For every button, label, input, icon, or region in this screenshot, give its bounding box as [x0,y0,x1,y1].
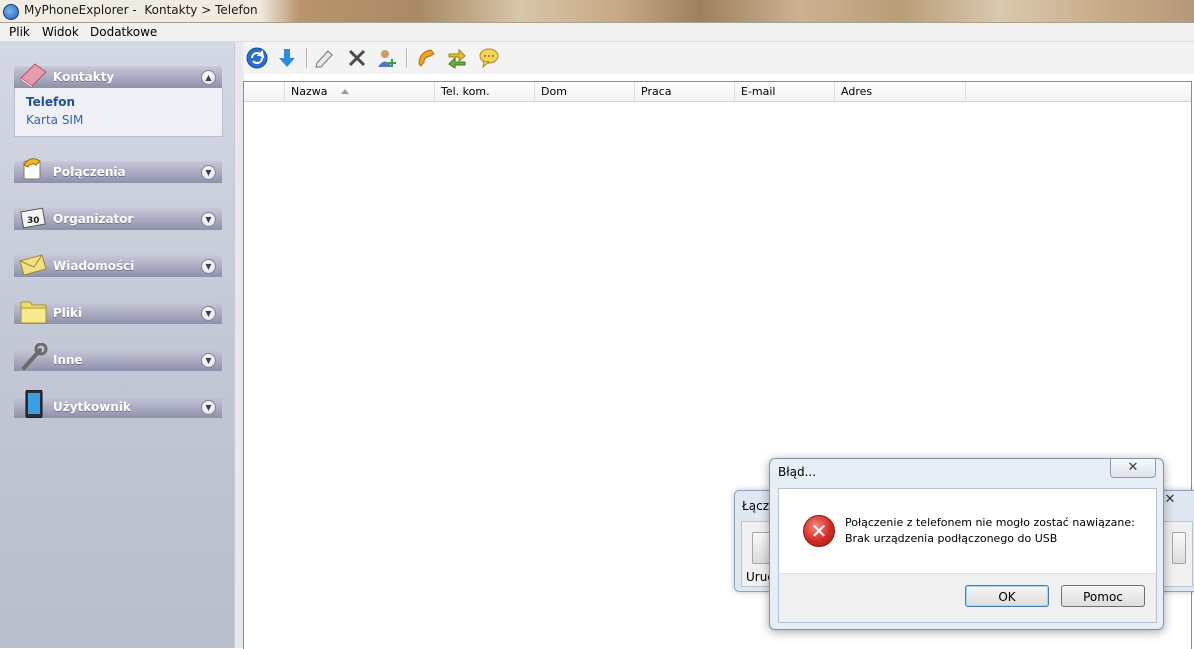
expand-icon[interactable]: ▼ [201,259,216,274]
download-icon[interactable] [276,47,298,69]
toolbar [243,42,1194,74]
menu-plik[interactable]: Plik [9,25,30,39]
close-button[interactable]: ✕ [1110,459,1156,478]
sidebar-section-label: Pliki [53,306,83,320]
error-dialog-title: Błąd... [778,465,817,479]
column-tel-kom[interactable]: Tel. kom. [435,82,535,101]
column-selector[interactable] [244,82,285,101]
error-dialog-footer: OK Pomoc [778,573,1157,623]
error-dialog: Błąd... ✕ ✕ Połączenie z telefonem nie m… [769,458,1164,630]
envelope-icon [19,254,47,276]
menu-dodatkowe[interactable]: Dodatkowe [90,25,157,39]
collapse-icon[interactable]: ▲ [201,70,216,85]
expand-icon[interactable]: ▼ [201,353,216,368]
connecting-dialog-button[interactable] [1172,532,1186,564]
expand-icon[interactable]: ▼ [201,400,216,415]
message-icon[interactable] [478,47,500,69]
sidebar-section-kontakty[interactable]: Kontakty ▲ [14,63,222,88]
column-email[interactable]: E-mail [735,82,835,101]
grid-header: Nazwa Tel. kom. Dom Praca E-mail Adres [244,82,1191,102]
toolbar-separator [306,48,308,68]
menu-widok[interactable]: Widok [42,25,79,39]
window-title: MyPhoneExplorer - Kontakty > Telefon [24,3,258,17]
sidebar-item-karta-sim[interactable]: Karta SIM [26,113,83,127]
sidebar-section-uzytkownik[interactable]: Użytkownik ▼ [14,390,222,418]
column-nazwa[interactable]: Nazwa [285,82,435,101]
error-message-line1: Połączenie z telefonem nie mogło zostać … [845,516,1135,529]
column-dom[interactable]: Dom [535,82,635,101]
call-icon[interactable] [416,47,438,69]
calendar-icon: 30 [20,207,46,229]
sidebar-kontakty-items: Telefon Karta SIM [14,88,223,137]
svg-text:30: 30 [27,216,40,226]
phone-icon [23,158,41,180]
menu-bar: Plik Widok Dodatkowe [0,23,1194,42]
sidebar-section-label: Połączenia [53,165,126,179]
column-praca[interactable]: Praca [635,82,735,101]
sidebar-section-label: Inne [53,353,83,367]
expand-icon[interactable]: ▼ [201,212,216,227]
sidebar-section-inne[interactable]: Inne ▼ [14,343,222,371]
expand-icon[interactable]: ▼ [201,165,216,180]
book-icon [20,63,47,88]
column-adres[interactable]: Adres [835,82,966,101]
error-dialog-body: ✕ Połączenie z telefonem nie mogło zosta… [778,488,1157,574]
ok-button[interactable]: OK [965,585,1049,607]
delete-icon[interactable] [346,47,368,69]
sidebar-section-wiadomosci[interactable]: Wiadomości ▼ [14,254,222,277]
device-icon [25,390,43,418]
title-bar: MyPhoneExplorer - Kontakty > Telefon [0,0,1194,23]
sidebar-section-label: Wiadomości [53,259,135,273]
sync-icon[interactable] [446,47,468,69]
error-message-line2: Brak urządzenia podłączonego do USB [845,532,1058,545]
toolbar-separator [406,48,408,68]
edit-icon[interactable] [313,47,335,69]
error-icon: ✕ [803,515,835,547]
add-contact-icon[interactable] [376,47,398,69]
app-icon [3,4,19,20]
sidebar-section-organizator[interactable]: 30 Organizator ▼ [14,207,222,230]
sidebar-item-telefon[interactable]: Telefon [26,95,75,109]
sidebar-section-pliki[interactable]: Pliki ▼ [14,301,222,324]
help-button[interactable]: Pomoc [1061,585,1145,607]
wrench-icon [22,343,48,370]
sidebar-section-label: Użytkownik [53,400,131,414]
sidebar-section-label: Organizator [53,212,134,226]
folder-icon [20,301,47,324]
sidebar-section-label: Kontakty [53,70,115,84]
sort-ascending-icon [341,89,349,94]
refresh-icon[interactable] [246,47,268,69]
expand-icon[interactable]: ▼ [201,306,216,321]
sidebar-section-polaczenia[interactable]: Połączenia ▼ [14,158,222,183]
